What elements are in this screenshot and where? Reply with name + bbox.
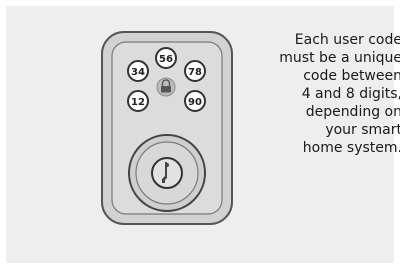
keypad-button-label: 34 — [131, 67, 145, 78]
caption-line: depending on — [305, 104, 400, 120]
caption-line: 4 and 8 digits, — [301, 86, 400, 102]
caption-line: must be a unique — [279, 50, 400, 66]
keypad-button-78: 78 — [184, 60, 206, 82]
caption-line: your smart — [325, 122, 400, 138]
keypad-button-56: 56 — [155, 47, 177, 69]
caption-line: Each user code — [294, 32, 400, 48]
caption-line: home system. — [302, 140, 400, 156]
smart-lock-illustration: 56 34 78 12 90 — [101, 31, 233, 225]
keypad-button-12: 12 — [127, 90, 149, 112]
user-code-caption: Each user code must be a unique code bet… — [238, 31, 400, 157]
caption-line: code between — [303, 68, 400, 84]
padlock-icon — [156, 77, 176, 97]
keypad-button-34: 34 — [127, 60, 149, 82]
content-panel: 56 34 78 12 90 Each user code must be a … — [6, 6, 400, 263]
keypad-button-90: 90 — [184, 90, 206, 112]
keypad-button-label: 78 — [188, 67, 202, 78]
keypad-button-label: 56 — [159, 54, 173, 65]
keypad-button-label: 90 — [188, 97, 202, 108]
keypad-button-label: 12 — [131, 97, 145, 108]
